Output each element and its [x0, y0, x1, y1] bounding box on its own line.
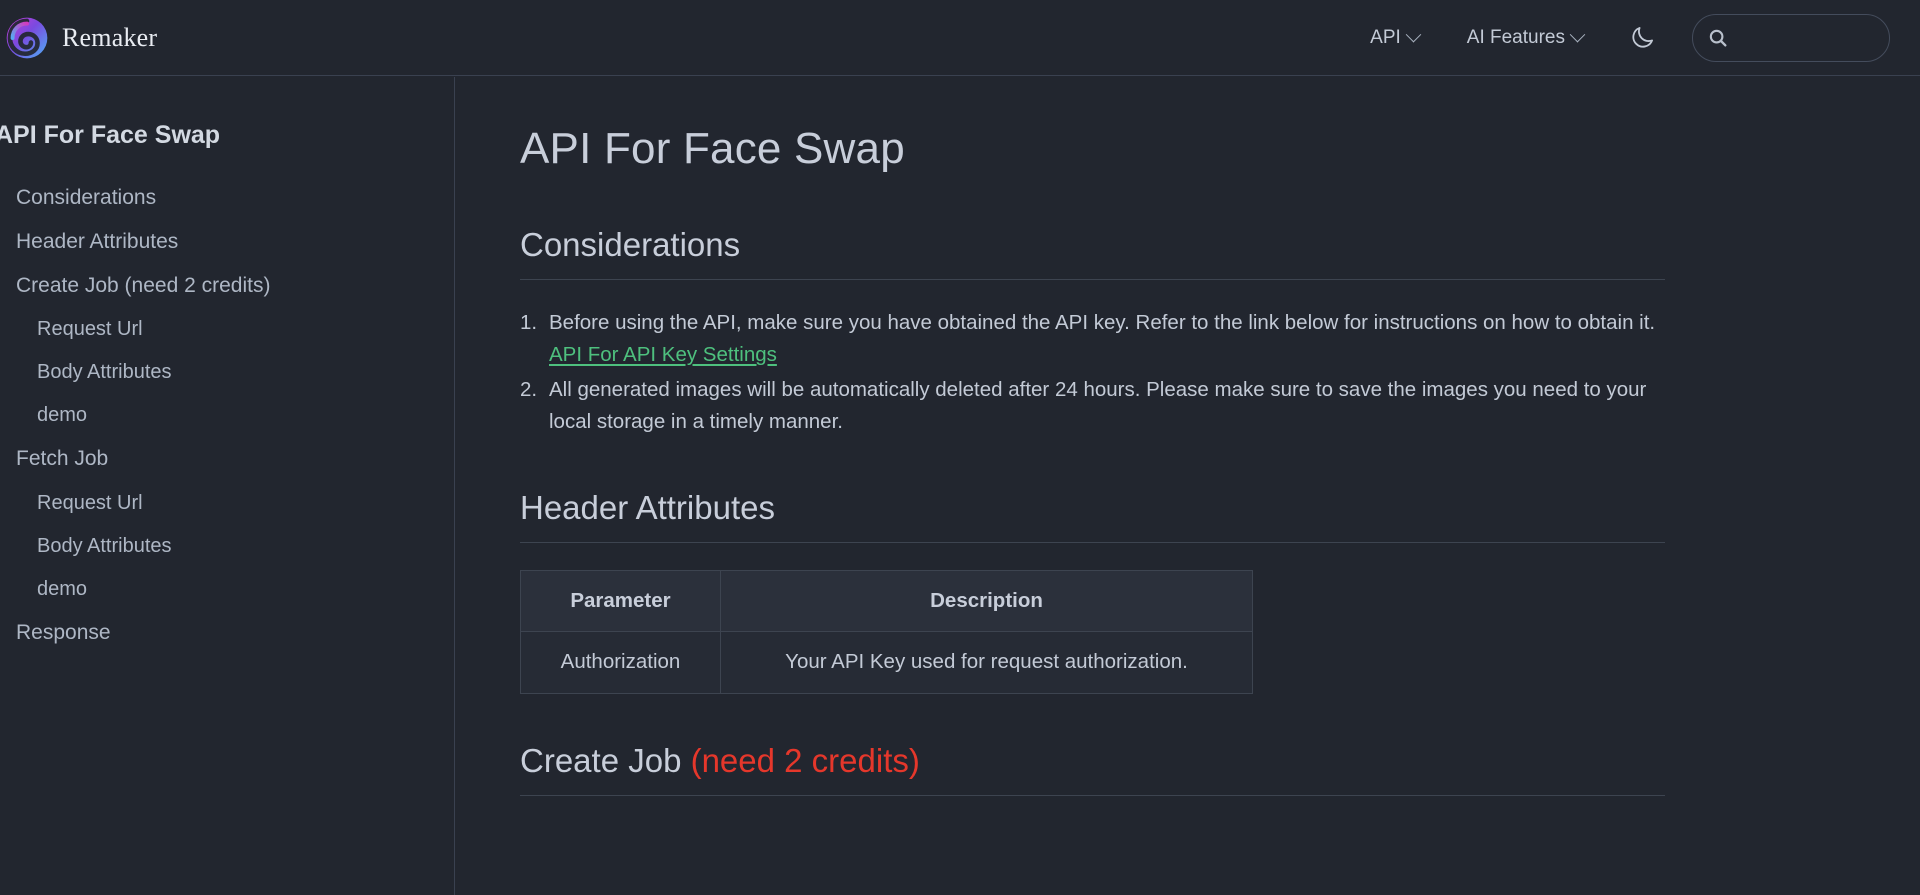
table-row: Authorization Your API Key used for requ…	[520, 631, 1253, 695]
chevron-down-icon	[1569, 26, 1586, 43]
section-heading-considerations: Considerations	[520, 224, 1665, 281]
sidebar-item-header-attributes[interactable]: Header Attributes	[0, 220, 454, 264]
sidebar-item-fetch-body-attributes[interactable]: Body Attributes	[0, 525, 454, 568]
search-input[interactable]	[1739, 28, 1875, 47]
theme-toggle-button[interactable]	[1607, 16, 1678, 59]
section-heading-header-attributes: Header Attributes	[520, 487, 1665, 543]
create-job-credits-note: (need 2 credits)	[690, 742, 920, 780]
brand-logo-link[interactable]: Remaker	[6, 0, 157, 75]
page-title: API For Face Swap	[520, 124, 905, 173]
main-content: API For Face Swap Considerations Before …	[456, 77, 1920, 895]
top-header-bar: Remaker API AI Features	[0, 0, 1920, 76]
consideration-1-text: Before using the API, make sure you have…	[549, 311, 1656, 335]
sidebar-navigation: API For Face Swap Considerations Header …	[0, 77, 455, 895]
table-body: Authorization Your API Key used for requ…	[520, 631, 1253, 695]
api-key-settings-link[interactable]: API For API Key Settings	[549, 343, 777, 366]
column-header-description: Description	[720, 569, 1253, 633]
table-head: Parameter Description	[520, 569, 1253, 633]
column-header-parameter: Parameter	[520, 569, 721, 633]
sidebar-item-response[interactable]: Response	[0, 611, 454, 655]
cell-description: Your API Key used for request authorizat…	[720, 631, 1253, 695]
table-header-row: Parameter Description	[520, 569, 1253, 633]
swirl-logo-icon	[6, 17, 48, 58]
moon-icon	[1632, 27, 1653, 48]
sidebar-item-fetch-request-url[interactable]: Request Url	[0, 482, 454, 525]
sidebar-item-create-job[interactable]: Create Job (need 2 credits)	[0, 264, 454, 308]
considerations-list: Before using the API, make sure you have…	[520, 307, 1665, 439]
chevron-down-icon	[1405, 26, 1422, 43]
sidebar-item-create-request-url[interactable]: Request Url	[0, 308, 454, 351]
brand-name: Remaker	[62, 22, 158, 52]
nav-item-api[interactable]: API	[1346, 17, 1443, 59]
search-icon	[1709, 29, 1727, 47]
nav-item-ai-features-label: AI Features	[1466, 26, 1565, 48]
nav-item-api-label: API	[1370, 26, 1401, 48]
sidebar-item-fetch-demo[interactable]: demo	[0, 568, 454, 611]
sidebar-item-create-body-attributes[interactable]: Body Attributes	[0, 351, 454, 394]
sidebar-item-create-demo[interactable]: demo	[0, 394, 454, 437]
cell-parameter: Authorization	[520, 631, 721, 695]
sidebar-title: API For Face Swap	[0, 121, 221, 149]
search-box[interactable]	[1692, 13, 1890, 62]
list-item: All generated images will be automatical…	[520, 374, 1665, 439]
sidebar-item-considerations[interactable]: Considerations	[0, 176, 454, 220]
create-job-label: Create Job	[520, 742, 691, 780]
section-heading-create-job: Create Job (need 2 credits)	[520, 740, 1665, 797]
nav-item-ai-features[interactable]: AI Features	[1443, 17, 1607, 59]
consideration-2-text: All generated images will be automatical…	[549, 377, 1647, 434]
top-navigation: API AI Features	[1346, 13, 1920, 62]
header-attributes-table: Parameter Description Authorization Your…	[520, 569, 1253, 695]
sidebar-item-fetch-job[interactable]: Fetch Job	[0, 437, 454, 481]
list-item: Before using the API, make sure you have…	[520, 307, 1665, 372]
